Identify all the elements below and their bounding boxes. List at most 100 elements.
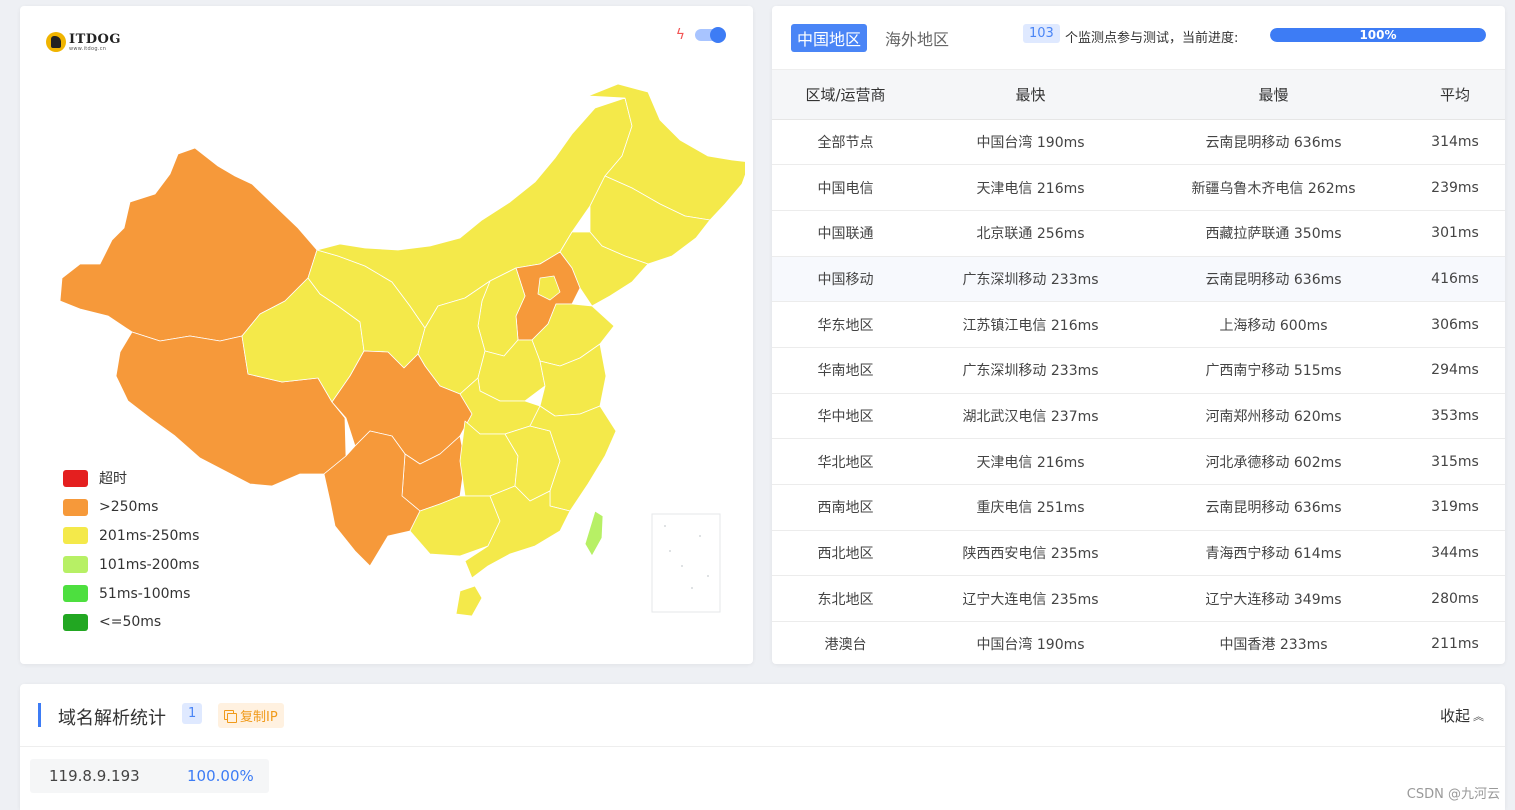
node-count-text: 个监测点参与测试，当前进度: xyxy=(1065,31,1239,46)
legend-label: 超时 xyxy=(99,471,127,488)
dns-header: 域名解析统计 1 复制IP 收起 ︽ xyxy=(20,684,1505,747)
table-row[interactable]: 华中地区 湖北武汉电信 237ms 河南郑州移动 620ms 353ms xyxy=(772,393,1505,440)
legend-label: <=50ms xyxy=(99,614,162,631)
cell-region: 西北地区 xyxy=(772,530,919,577)
cell-average: 416ms xyxy=(1405,256,1505,303)
test-progress-bar: 100% xyxy=(1270,28,1486,42)
cell-fastest: 辽宁大连电信 235ms xyxy=(919,575,1142,623)
col-header-average[interactable]: 平均 xyxy=(1405,70,1505,120)
cell-region: 东北地区 xyxy=(772,575,919,623)
col-header-fastest[interactable]: 最快 xyxy=(919,70,1142,120)
legend-label: >250ms xyxy=(99,499,159,516)
cell-region: 中国移动 xyxy=(772,256,919,303)
node-count-badge: 103 xyxy=(1023,24,1060,43)
logo-url: www.itdog.cn xyxy=(69,45,107,52)
cell-slowest: 云南昆明移动 636ms xyxy=(1142,119,1405,166)
logo-name: ITDOG xyxy=(69,31,121,47)
cell-region: 中国电信 xyxy=(772,164,919,211)
cell-slowest: 河北承德移动 602ms xyxy=(1142,438,1405,485)
cell-region: 中国联通 xyxy=(772,210,919,257)
ip-percentage: 100.00% xyxy=(187,767,254,785)
table-row[interactable]: 中国移动 广东深圳移动 233ms 云南昆明移动 636ms 416ms xyxy=(772,256,1505,303)
legend-item[interactable]: 51ms-100ms xyxy=(63,579,199,608)
cell-fastest: 江苏镇江电信 216ms xyxy=(919,301,1142,348)
legend-item[interactable]: >250ms xyxy=(63,493,199,522)
province-hainan[interactable] xyxy=(455,585,483,617)
table-header-row: 区域/运营商 最快 最慢 平均 xyxy=(772,70,1505,120)
cell-region: 全部节点 xyxy=(772,119,919,166)
cell-fastest: 天津电信 216ms xyxy=(919,438,1142,485)
cell-average: 353ms xyxy=(1405,393,1505,440)
cell-fastest: 陕西西安电信 235ms xyxy=(919,530,1142,577)
legend-swatch xyxy=(63,613,88,631)
cell-region: 华南地区 xyxy=(772,347,919,394)
col-header-slowest[interactable]: 最慢 xyxy=(1142,70,1405,120)
table-row[interactable]: 东北地区 辽宁大连电信 235ms 辽宁大连移动 349ms 280ms xyxy=(772,575,1505,623)
col-header-region[interactable]: 区域/运营商 xyxy=(772,70,919,120)
legend-item[interactable]: <=50ms xyxy=(63,608,199,637)
legend-item[interactable]: 101ms-200ms xyxy=(63,550,199,579)
cell-average: 315ms xyxy=(1405,438,1505,485)
cell-fastest: 湖北武汉电信 237ms xyxy=(919,393,1142,440)
map-toggle-switch[interactable] xyxy=(695,27,726,43)
cell-region: 港澳台 xyxy=(772,621,919,664)
table-row[interactable]: 华北地区 天津电信 216ms 河北承德移动 602ms 315ms xyxy=(772,438,1505,485)
collapse-button[interactable]: 收起 ︽ xyxy=(1440,705,1484,726)
collapse-label: 收起 xyxy=(1439,707,1470,725)
dns-stats-card: 域名解析统计 1 复制IP 收起 ︽ 119.8.9.193 100.00% xyxy=(20,684,1505,810)
table-row[interactable]: 全部节点 中国台湾 190ms 云南昆明移动 636ms 314ms xyxy=(772,119,1505,166)
table-row[interactable]: 华南地区 广东深圳移动 233ms 广西南宁移动 515ms 294ms xyxy=(772,347,1505,394)
table-row[interactable]: 西北地区 陕西西安电信 235ms 青海西宁移动 614ms 344ms xyxy=(772,530,1505,577)
province-taiwan[interactable] xyxy=(584,510,604,557)
table-row[interactable]: 港澳台 中国台湾 190ms 中国香港 233ms 211ms xyxy=(772,621,1505,664)
cell-region: 华东地区 xyxy=(772,301,919,348)
cell-average: 280ms xyxy=(1405,575,1505,623)
speed-table: 区域/运营商 最快 最慢 平均 全部节点 中国台湾 190ms 云南昆明移动 636… xyxy=(772,70,1505,664)
legend-item[interactable]: 201ms-250ms xyxy=(63,522,199,551)
legend-swatch xyxy=(63,498,88,516)
cell-slowest: 青海西宁移动 614ms xyxy=(1142,530,1405,577)
cell-fastest: 天津电信 216ms xyxy=(919,164,1142,211)
watermark: CSDN @九河云 xyxy=(1406,787,1500,802)
lightning-icon[interactable]: ϟ xyxy=(676,28,685,42)
dns-title: 域名解析统计 xyxy=(58,708,166,729)
section-accent-bar xyxy=(38,703,41,727)
cell-average: 344ms xyxy=(1405,530,1505,577)
tab-china[interactable]: 中国地区 xyxy=(791,24,868,52)
cell-slowest: 新疆乌鲁木齐电信 262ms xyxy=(1142,164,1405,211)
cell-slowest: 中国香港 233ms xyxy=(1142,621,1405,664)
legend-swatch xyxy=(63,556,88,574)
cell-region: 华北地区 xyxy=(772,438,919,485)
copy-ip-label: 复制IP xyxy=(240,710,278,725)
cell-region: 西南地区 xyxy=(772,484,919,531)
legend-swatch xyxy=(63,527,88,545)
cell-fastest: 中国台湾 190ms xyxy=(919,119,1142,166)
tab-overseas[interactable]: 海外地区 xyxy=(885,26,949,50)
table-row[interactable]: 中国联通 北京联通 256ms 西藏拉萨联通 350ms 301ms xyxy=(772,210,1505,257)
cell-slowest: 云南昆明移动 636ms xyxy=(1142,256,1405,303)
legend-swatch xyxy=(63,585,88,603)
legend-swatch xyxy=(63,469,88,487)
table-row[interactable]: 华东地区 江苏镇江电信 216ms 上海移动 600ms 306ms xyxy=(772,301,1505,348)
cell-slowest: 西藏拉萨联通 350ms xyxy=(1142,210,1405,257)
legend-label: 101ms-200ms xyxy=(99,556,200,573)
copy-icon xyxy=(224,709,237,723)
legend-label: 201ms-250ms xyxy=(99,527,200,544)
cell-region: 华中地区 xyxy=(772,393,919,440)
result-header: 中国地区 海外地区 103 个监测点参与测试，当前进度: 100% xyxy=(772,6,1505,70)
table-row[interactable]: 中国电信 天津电信 216ms 新疆乌鲁木齐电信 262ms 239ms xyxy=(772,164,1505,211)
cell-average: 239ms xyxy=(1405,164,1505,211)
dns-count-badge: 1 xyxy=(182,703,203,724)
south-china-sea-islands xyxy=(664,525,709,589)
cell-average: 294ms xyxy=(1405,347,1505,394)
table-row[interactable]: 西南地区 重庆电信 251ms 云南昆明移动 636ms 319ms xyxy=(772,484,1505,531)
cell-fastest: 中国台湾 190ms xyxy=(919,621,1142,664)
copy-ip-button[interactable]: 复制IP xyxy=(218,703,284,728)
ip-stat-row[interactable]: 119.8.9.193 100.00% xyxy=(30,759,269,793)
legend-item[interactable]: 超时 xyxy=(63,464,199,493)
latency-legend: 超时 >250ms 201ms-250ms 101ms-200ms 51ms-1… xyxy=(63,464,199,637)
cell-average: 319ms xyxy=(1405,484,1505,531)
cell-fastest: 北京联通 256ms xyxy=(919,210,1142,257)
south-china-sea-inset xyxy=(651,513,721,613)
cell-fastest: 广东深圳移动 233ms xyxy=(919,256,1142,303)
